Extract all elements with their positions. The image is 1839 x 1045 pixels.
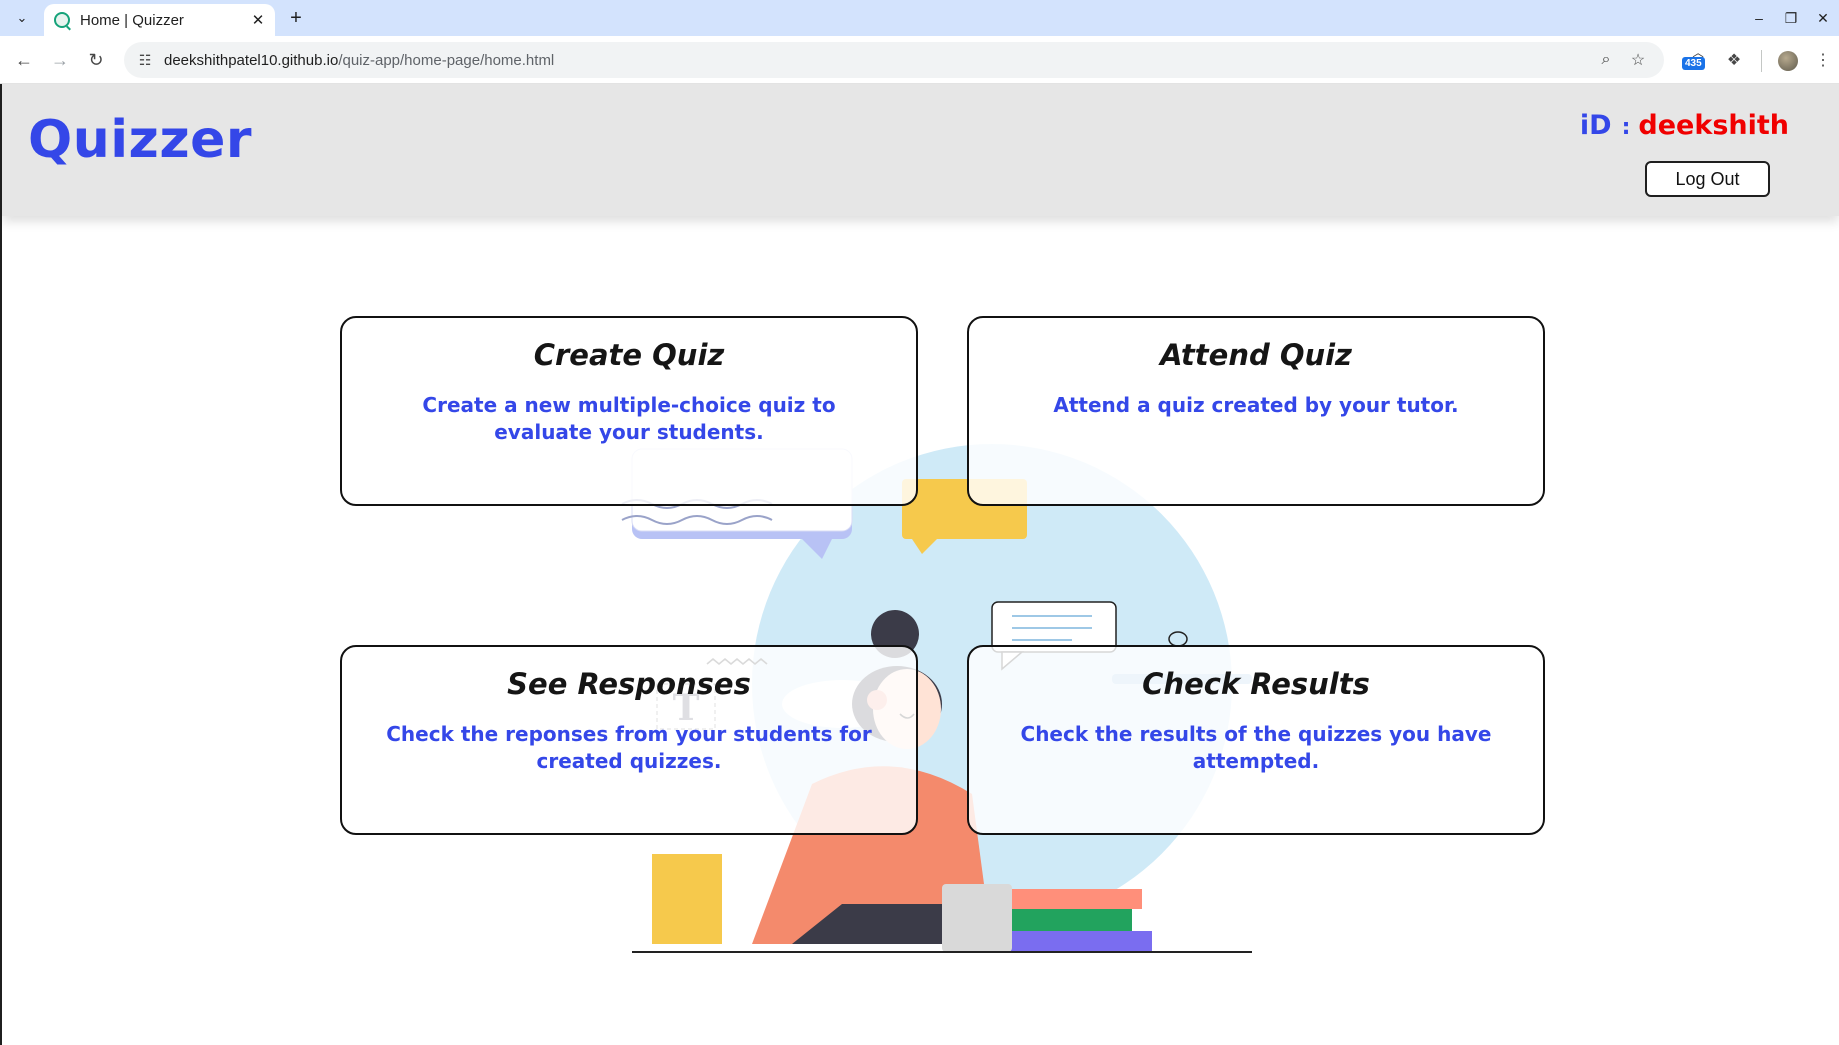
site-info-icon[interactable]: ☷ (130, 45, 160, 75)
create-quiz-card[interactable]: Create Quiz Create a new multiple-choice… (340, 316, 918, 506)
url-path: /quiz-app/home-page/home.html (338, 51, 555, 69)
card-description: Attend a quiz created by your tutor. (1053, 393, 1459, 417)
quizzer-logo[interactable]: Quizzer (28, 110, 252, 170)
restore-icon[interactable]: ❐ (1775, 0, 1807, 36)
url-host: deekshithpatel10.github.io (164, 51, 339, 69)
quizzer-favicon-icon (54, 12, 70, 28)
url-text: deekshithpatel10.github.io/quiz-app/home… (164, 52, 554, 69)
log-out-button[interactable]: Log Out (1645, 161, 1770, 197)
extension-badge: 435 (1682, 57, 1705, 70)
username: deekshith (1638, 110, 1789, 141)
id-label: iD (1579, 110, 1612, 141)
card-description: Check the reponses from your students fo… (386, 722, 872, 773)
new-tab-icon[interactable]: + (284, 6, 308, 30)
page-viewport: Quizzer iD : deekshith Log Out T (2, 84, 1839, 1045)
browser-tab-strip: ⌄ Home | Quizzer ✕ + – ❐ ✕ (0, 0, 1839, 36)
toolbar-divider (1761, 50, 1762, 72)
close-icon[interactable]: ✕ (247, 9, 269, 31)
browser-toolbar: ← → ↻ ☷ deekshithpatel10.github.io/quiz-… (0, 36, 1839, 84)
check-results-card[interactable]: Check Results Check the results of the q… (967, 645, 1545, 835)
user-id-display: iD : deekshith (1580, 110, 1789, 141)
window-controls: – ❐ ✕ (1743, 0, 1839, 36)
profile-avatar[interactable] (1778, 51, 1798, 71)
id-separator: : (1621, 115, 1631, 140)
tab-title: Home | Quizzer (80, 11, 184, 29)
kebab-menu-icon[interactable]: ⋮ (1809, 46, 1837, 74)
card-title: Check Results (1142, 667, 1370, 701)
forward-icon[interactable]: → (46, 46, 74, 74)
bookmark-star-icon[interactable]: ☆ (1624, 46, 1652, 74)
minimize-icon[interactable]: – (1743, 0, 1775, 36)
see-responses-card[interactable]: See Responses Check the reponses from yo… (340, 645, 918, 835)
back-icon[interactable]: ← (10, 46, 38, 74)
card-description: Create a new multiple-choice quiz to eva… (422, 393, 836, 444)
tab-search-icon[interactable]: ⌄ (10, 6, 34, 30)
attend-quiz-card[interactable]: Attend Quiz Attend a quiz created by you… (967, 316, 1545, 506)
zoom-icon[interactable]: ⌕ (1592, 46, 1620, 74)
card-title: See Responses (507, 667, 751, 701)
card-description: Check the results of the quizzes you hav… (1020, 722, 1492, 773)
site-header: Quizzer iD : deekshith Log Out (2, 84, 1839, 216)
close-window-icon[interactable]: ✕ (1807, 0, 1839, 36)
card-title: Create Quiz (533, 338, 725, 372)
card-title: Attend Quiz (1160, 338, 1352, 372)
address-bar[interactable]: ☷ deekshithpatel10.github.io/quiz-app/ho… (124, 42, 1664, 78)
puzzle-icon[interactable]: ❖ (1720, 46, 1748, 74)
browser-tab[interactable]: Home | Quizzer ✕ (44, 4, 275, 36)
reload-icon[interactable]: ↻ (82, 46, 110, 74)
